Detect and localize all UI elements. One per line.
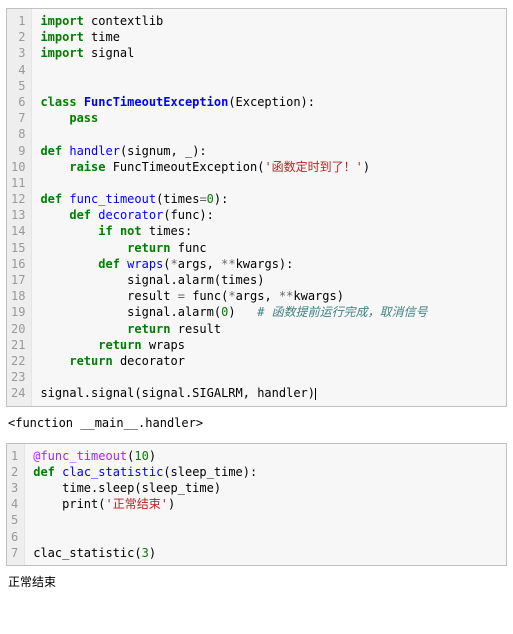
- line-number: 3: [11, 45, 25, 61]
- code-line[interactable]: @func_timeout(10): [33, 448, 498, 464]
- code-line[interactable]: return wraps: [40, 337, 498, 353]
- line-number: 16: [11, 256, 25, 272]
- code-line[interactable]: signal.alarm(times): [40, 272, 498, 288]
- code-line[interactable]: if not times:: [40, 223, 498, 239]
- code-line[interactable]: def clac_statistic(sleep_time):: [33, 464, 498, 480]
- code-editor[interactable]: import contextlibimport timeimport signa…: [32, 9, 506, 406]
- code-line[interactable]: class FuncTimeoutException(Exception):: [40, 94, 498, 110]
- line-number: 1: [11, 448, 18, 464]
- line-number: 5: [11, 78, 25, 94]
- code-line[interactable]: import signal: [40, 45, 498, 61]
- line-number: 4: [11, 62, 25, 78]
- code-line[interactable]: print('正常结束'): [33, 496, 498, 512]
- line-number: 9: [11, 143, 25, 159]
- line-number: 17: [11, 272, 25, 288]
- line-number: 5: [11, 512, 18, 528]
- line-number: 7: [11, 110, 25, 126]
- code-line[interactable]: result = func(*args, **kwargs): [40, 288, 498, 304]
- code-line[interactable]: signal.alarm(0) # 函数提前运行完成，取消信号: [40, 304, 498, 320]
- line-number: 20: [11, 321, 25, 337]
- notebook-root: 123456789101112131415161718192021222324i…: [4, 8, 509, 598]
- code-line[interactable]: return result: [40, 321, 498, 337]
- code-line[interactable]: [33, 512, 498, 528]
- code-line[interactable]: pass: [40, 110, 498, 126]
- line-number: 1: [11, 13, 25, 29]
- code-line[interactable]: def wraps(*args, **kwargs):: [40, 256, 498, 272]
- code-line[interactable]: [40, 62, 498, 78]
- code-line[interactable]: import contextlib: [40, 13, 498, 29]
- line-number: 14: [11, 223, 25, 239]
- code-cell[interactable]: 1234567@func_timeout(10)def clac_statist…: [6, 443, 507, 566]
- line-number: 6: [11, 94, 25, 110]
- code-cell[interactable]: 123456789101112131415161718192021222324i…: [6, 8, 507, 407]
- line-number: 2: [11, 464, 18, 480]
- code-line[interactable]: return func: [40, 240, 498, 256]
- code-line[interactable]: return decorator: [40, 353, 498, 369]
- code-line[interactable]: clac_statistic(3): [33, 545, 498, 561]
- line-number: 15: [11, 240, 25, 256]
- line-number: 21: [11, 337, 25, 353]
- code-line[interactable]: [40, 126, 498, 142]
- code-line[interactable]: [40, 78, 498, 94]
- text-cursor: [315, 388, 316, 400]
- cell-output: <function __main__.handler>: [4, 411, 509, 439]
- line-number: 24: [11, 385, 25, 401]
- line-number: 6: [11, 529, 18, 545]
- code-line[interactable]: [33, 529, 498, 545]
- line-number: 13: [11, 207, 25, 223]
- line-number: 8: [11, 126, 25, 142]
- code-line[interactable]: [40, 175, 498, 191]
- line-number: 10: [11, 159, 25, 175]
- line-number: 7: [11, 545, 18, 561]
- code-line[interactable]: signal.signal(signal.SIGALRM, handler): [40, 385, 498, 401]
- code-line[interactable]: [40, 369, 498, 385]
- line-number: 23: [11, 369, 25, 385]
- line-number: 4: [11, 496, 18, 512]
- code-line[interactable]: def func_timeout(times=0):: [40, 191, 498, 207]
- line-number: 18: [11, 288, 25, 304]
- code-line[interactable]: time.sleep(sleep_time): [33, 480, 498, 496]
- line-number: 22: [11, 353, 25, 369]
- line-number: 3: [11, 480, 18, 496]
- code-editor[interactable]: @func_timeout(10)def clac_statistic(slee…: [25, 444, 506, 565]
- line-number: 12: [11, 191, 25, 207]
- code-line[interactable]: def handler(signum, _):: [40, 143, 498, 159]
- line-number-gutter: 1234567: [7, 444, 25, 565]
- line-number-gutter: 123456789101112131415161718192021222324: [7, 9, 32, 406]
- line-number: 19: [11, 304, 25, 320]
- line-number: 2: [11, 29, 25, 45]
- code-line[interactable]: raise FuncTimeoutException('函数定时到了！'): [40, 159, 498, 175]
- line-number: 11: [11, 175, 25, 191]
- code-line[interactable]: import time: [40, 29, 498, 45]
- cell-output: 正常结束: [4, 570, 509, 598]
- code-line[interactable]: def decorator(func):: [40, 207, 498, 223]
